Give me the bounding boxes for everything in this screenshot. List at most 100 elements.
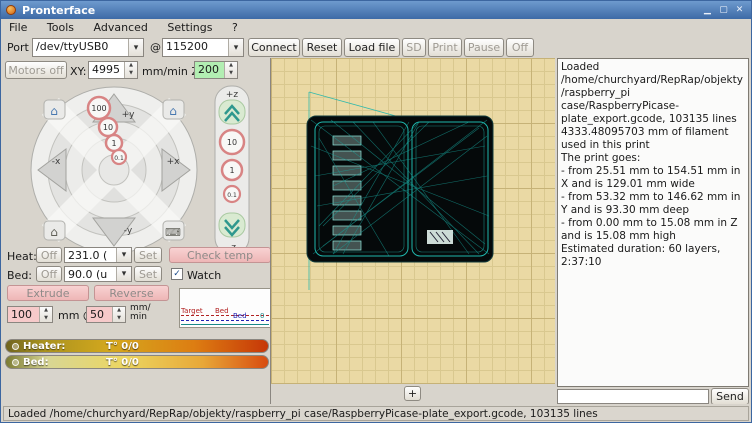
xy-distance-100-label: 100 — [91, 104, 106, 113]
gcode-travel-line — [309, 92, 403, 118]
print-button[interactable]: Print — [428, 38, 462, 57]
at-label: @ — [150, 41, 161, 54]
heat-set-button[interactable]: Set — [134, 247, 162, 263]
bed-gauge: Bed: T° 0/0 — [5, 355, 269, 369]
spin-up-icon[interactable]: ▲ — [225, 62, 237, 70]
sd-button[interactable]: SD — [402, 38, 426, 57]
watch-checkbox[interactable]: ✓ — [171, 268, 183, 280]
heater-gauge-label: Heater: — [23, 341, 65, 352]
spin-down-icon[interactable]: ▼ — [225, 70, 237, 78]
heat-label: Heat: — [7, 250, 37, 263]
xy-jog-pad[interactable]: +y -y -x +x ⌂ ⌂ ⌂ ⌨ 100 10 1 — [29, 85, 199, 255]
xy-distance-1-label: 1 — [111, 139, 116, 148]
check-temp-button[interactable]: Check temp — [169, 247, 271, 263]
home-icon: ⌂ — [169, 104, 177, 118]
xy-distance-0.1-label: 0.1 — [114, 155, 124, 162]
bed-target-line — [181, 320, 269, 321]
heat-temp-value: 231.0 ( — [65, 248, 116, 262]
spin-up-icon[interactable]: ▲ — [125, 62, 137, 70]
titlebar[interactable]: Pronterface ▁ ▢ ✕ — [1, 1, 751, 19]
bed-set-button[interactable]: Set — [134, 266, 162, 282]
dropdown-icon[interactable]: ▾ — [128, 39, 143, 56]
jog-y-minus-label: -y — [124, 226, 133, 236]
extrude-length-input[interactable]: 100 ▲▼ — [7, 306, 53, 323]
home-icon: ⌂ — [50, 225, 58, 239]
reset-button[interactable]: Reset — [302, 38, 342, 57]
baud-select[interactable]: 115200 ▾ — [162, 38, 244, 57]
menu-file[interactable]: File — [1, 19, 35, 36]
port-select[interactable]: /dev/ttyUSB0 ▾ — [32, 38, 144, 57]
menu-help[interactable]: ? — [224, 19, 246, 36]
spinner-arrows[interactable]: ▲▼ — [224, 62, 237, 78]
mm-min-unit-label: mm/min — [130, 304, 151, 322]
temp-graph: Target Bed Bed 0 — [179, 288, 271, 328]
command-input[interactable] — [557, 389, 709, 404]
status-text: Loaded /home/churchyard/RepRap/objekty/r… — [3, 406, 749, 421]
spin-up-icon[interactable]: ▲ — [113, 307, 125, 315]
window-title: Pronterface — [22, 4, 95, 17]
send-button[interactable]: Send — [711, 388, 749, 405]
maximize-icon[interactable]: ▢ — [716, 4, 731, 17]
spinner-arrows[interactable]: ▲▼ — [124, 62, 137, 78]
watch-label: Watch — [187, 269, 221, 282]
spin-up-icon[interactable]: ▲ — [40, 307, 52, 315]
graph-label-target: Target — [181, 308, 203, 315]
menubar: File Tools Advanced Settings ? — [1, 19, 751, 36]
heater-gauge-value: T° 0/0 — [106, 341, 139, 352]
jog-x-minus-label: -x — [52, 157, 61, 167]
heater-gauge: Heater: T° 0/0 — [5, 339, 269, 353]
menu-tools[interactable]: Tools — [39, 19, 82, 36]
off-button[interactable]: Off — [506, 38, 534, 57]
dropdown-icon[interactable]: ▾ — [228, 39, 243, 56]
jog-x-plus-label: +x — [167, 157, 181, 167]
load-file-button[interactable]: Load file — [344, 38, 400, 57]
statusbar: Loaded /home/churchyard/RepRap/objekty/r… — [1, 404, 751, 423]
jog-y-plus-label: +y — [122, 110, 136, 120]
gcode-viewer[interactable] — [270, 58, 555, 384]
plate-label-patch — [427, 230, 453, 244]
xy-distance-10-label: 10 — [103, 123, 113, 132]
spin-down-icon[interactable]: ▼ — [113, 315, 125, 323]
extrude-length-value: 100 — [8, 307, 39, 322]
log-output[interactable]: Loaded /home/churchyard/RepRap/objekty/r… — [557, 58, 749, 387]
extrude-speed-input[interactable]: 50 ▲▼ — [86, 306, 126, 323]
menu-advanced[interactable]: Advanced — [86, 19, 156, 36]
dropdown-icon[interactable]: ▾ — [116, 267, 131, 281]
port-value: /dev/ttyUSB0 — [33, 39, 128, 56]
app-icon — [6, 5, 16, 15]
baud-value: 115200 — [163, 39, 228, 56]
bed-temp-select[interactable]: 90.0 (u ▾ — [64, 266, 132, 282]
dropdown-icon[interactable]: ▾ — [116, 248, 131, 262]
minimize-icon[interactable]: ▁ — [700, 4, 715, 17]
graph-label-bed-blue: Bed — [233, 313, 247, 320]
bed-label: Bed: — [7, 269, 32, 282]
z-feed-input[interactable]: 200 ▲▼ — [194, 61, 238, 79]
heat-off-button[interactable]: Off — [36, 247, 62, 263]
z-jog-strip[interactable]: +z 10 1 0.1 -z — [212, 85, 252, 255]
xy-feed-label: XY: — [70, 65, 87, 78]
toolbar: Port /dev/ttyUSB0 ▾ @ 115200 ▾ Connect R… — [1, 36, 751, 59]
reverse-button[interactable]: Reverse — [94, 285, 169, 301]
motors-off-button[interactable]: Motors off — [5, 61, 67, 79]
graph-label-bed-red: Bed — [215, 308, 229, 315]
connect-button[interactable]: Connect — [248, 38, 300, 57]
close-icon[interactable]: ✕ — [732, 4, 747, 17]
extrude-speed-value: 50 — [87, 307, 112, 322]
z-distance-1-label: 1 — [229, 166, 234, 175]
bed-temp-value: 90.0 (u — [65, 267, 116, 281]
control-panel: Motors off XY: 4995 ▲▼ mm/min Z: 200 ▲▼ — [1, 59, 269, 404]
pause-button[interactable]: Pause — [464, 38, 504, 57]
heat-temp-select[interactable]: 231.0 ( ▾ — [64, 247, 132, 263]
xy-feed-input[interactable]: 4995 ▲▼ — [88, 61, 138, 79]
spinner-arrows[interactable]: ▲▼ — [112, 307, 125, 322]
spinner-arrows[interactable]: ▲▼ — [39, 307, 52, 322]
extrude-button[interactable]: Extrude — [7, 285, 89, 301]
spin-down-icon[interactable]: ▼ — [125, 70, 137, 78]
zoom-in-button[interactable]: + — [404, 386, 421, 401]
spin-down-icon[interactable]: ▼ — [40, 315, 52, 323]
gcode-plot — [271, 58, 556, 384]
menu-settings[interactable]: Settings — [159, 19, 220, 36]
z-plus-label: +z — [226, 90, 239, 100]
bed-off-button[interactable]: Off — [36, 266, 62, 282]
z-distance-0.1-label: 0.1 — [227, 192, 237, 199]
